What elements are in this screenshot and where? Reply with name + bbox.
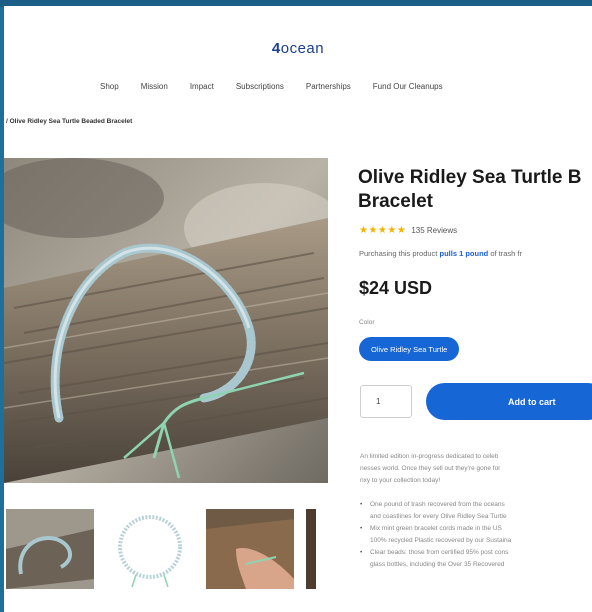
product-title-line-1: Olive Ridley Sea Turtle B: [358, 167, 582, 188]
description-paragraph: An limited edition in-progress dedicated…: [360, 451, 592, 487]
nav-item-impact[interactable]: Impact: [190, 82, 214, 91]
feature-item: Mix mint green bracelet cords made in th…: [360, 523, 592, 547]
feature-line: and coastlines for every Olive Ridley Se…: [370, 513, 507, 520]
thumbnail-on-wrist[interactable]: [206, 509, 294, 589]
main-nav: Shop Mission Impact Subscriptions Partne…: [100, 82, 443, 91]
product-title: Olive Ridley Sea Turtle B Bracelet: [358, 166, 592, 214]
star-rating-icon: ★★★★★: [359, 225, 407, 236]
impact-statement: Purchasing this product pulls 1 pound of…: [359, 249, 522, 258]
nav-item-partnerships[interactable]: Partnerships: [306, 82, 351, 91]
thumbnail-strip: [6, 509, 316, 589]
thumbnail-wrist-image: [206, 509, 294, 589]
feature-line: One pound of trash recovered from the oc…: [370, 501, 505, 508]
logo-number: 4: [271, 40, 281, 57]
impact-suffix: of trash fr: [490, 249, 523, 258]
nav-item-subscriptions[interactable]: Subscriptions: [236, 82, 284, 91]
thumbnail-driftwood-image: [6, 509, 94, 589]
thumbnail-bracelet-white[interactable]: [106, 509, 194, 589]
product-page: 4ocean Shop Mission Impact Subscriptions…: [4, 6, 592, 612]
feature-line: 100% recycled Plastic recovered by our S…: [370, 537, 512, 544]
color-label: Color: [359, 319, 375, 326]
description-line: nxy to your collection today!: [360, 477, 441, 484]
rating-summary[interactable]: ★★★★★ 135 Reviews: [359, 225, 457, 236]
brand-logo[interactable]: 4ocean: [4, 40, 592, 57]
impact-highlight: pulls 1 pound: [439, 249, 489, 258]
feature-item: Clear beads: those from certified 95% po…: [360, 547, 592, 571]
nav-item-shop[interactable]: Shop: [100, 82, 119, 91]
thumbnail-bracelet-image: [106, 509, 194, 589]
feature-list: One pound of trash recovered from the oc…: [360, 499, 592, 571]
product-title-line-2: Bracelet: [358, 191, 433, 212]
feature-line: glass bottles, including the Over 35 Rec…: [370, 561, 505, 568]
feature-line: Clear beads: those from certified 95% po…: [370, 549, 509, 556]
feature-line: Mix mint green bracelet cords made in th…: [370, 525, 502, 532]
bracelet-on-driftwood-image: [4, 158, 328, 483]
thumbnail-partial-image: [306, 509, 316, 589]
product-price: $24 USD: [359, 278, 433, 298]
feature-item: One pound of trash recovered from the oc…: [360, 499, 592, 523]
add-to-cart-button[interactable]: Add to cart: [426, 383, 592, 420]
description-line: nesses world. Once they sell out they're…: [360, 465, 501, 472]
nav-item-mission[interactable]: Mission: [141, 82, 168, 91]
impact-prefix: Purchasing this product: [359, 249, 438, 258]
color-option-selected[interactable]: Olive Ridley Sea Turtle: [359, 337, 460, 361]
description-line: An limited edition in-progress dedicated…: [360, 453, 499, 460]
thumbnail-driftwood[interactable]: [6, 509, 94, 589]
review-count: 135 Reviews: [411, 226, 458, 235]
nav-item-fund-cleanups[interactable]: Fund Our Cleanups: [373, 82, 443, 91]
breadcrumb[interactable]: / Olive Ridley Sea Turtle Beaded Bracele…: [6, 118, 132, 125]
product-description: An limited edition in-progress dedicated…: [360, 451, 592, 571]
quantity-input[interactable]: 1: [360, 385, 412, 418]
product-main-image[interactable]: [4, 158, 328, 483]
thumbnail-partial[interactable]: [306, 509, 316, 589]
logo-wordmark: ocean: [280, 40, 325, 57]
